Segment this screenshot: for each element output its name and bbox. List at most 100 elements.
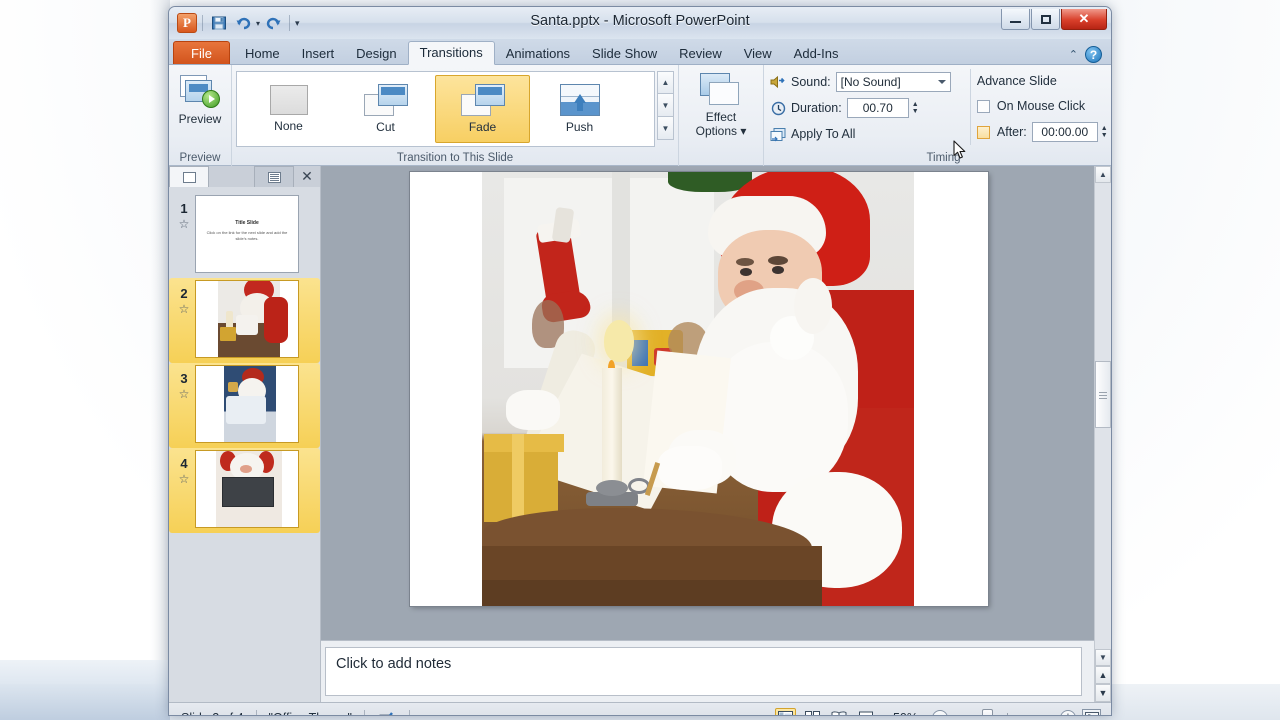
tab-file[interactable]: File: [173, 41, 230, 65]
after-row[interactable]: After: 00:00.00 ▲ ▼: [976, 119, 1111, 145]
tab-transitions[interactable]: Transitions: [407, 41, 495, 65]
close-slides-panel-button[interactable]: ✕: [294, 166, 320, 187]
zoom-level-label[interactable]: 50%: [883, 708, 926, 716]
preview-button[interactable]: Preview: [173, 71, 227, 126]
vertical-scrollbar[interactable]: ▲ ▼ ▲ ▼: [1094, 166, 1111, 702]
transition-label-push: Push: [565, 120, 594, 134]
cut-thumb-icon: [363, 84, 408, 116]
sound-dropdown-caret-icon[interactable]: [937, 80, 946, 84]
help-icon[interactable]: ?: [1085, 46, 1102, 63]
slides-tab-icon: [182, 171, 196, 183]
collapse-ribbon-icon[interactable]: ⌃: [1069, 48, 1078, 61]
transition-label-fade: Fade: [468, 120, 497, 134]
slides-tab[interactable]: [169, 166, 209, 187]
slide-thumbnail-3[interactable]: 3 ☆: [169, 363, 320, 448]
outline-tab-icon: [267, 171, 281, 183]
slide-number-4: 4: [180, 456, 188, 471]
tab-design[interactable]: Design: [345, 42, 407, 65]
transition-star-icon-1[interactable]: ☆: [173, 216, 195, 232]
on-mouse-click-row[interactable]: On Mouse Click: [976, 93, 1111, 119]
reading-view-button[interactable]: [829, 708, 850, 715]
duration-spinner[interactable]: 00.70 ▲ ▼: [846, 98, 919, 118]
tab-add-ins[interactable]: Add-Ins: [783, 42, 850, 65]
gallery-scroll-up-icon[interactable]: ▲: [657, 71, 674, 94]
scrollbar-thumb[interactable]: [1095, 361, 1111, 428]
slide-thumbnail-2[interactable]: 2 ☆: [169, 278, 320, 363]
apply-to-all-row: Apply To All: [768, 121, 970, 147]
after-spin-down-icon[interactable]: ▼: [1101, 132, 1108, 139]
slide-editing-area: Click to add notes ▲ ▼ ▲ ▼: [321, 166, 1111, 702]
scroll-down-button[interactable]: ▼: [1095, 649, 1111, 666]
close-button[interactable]: ✕: [1061, 9, 1107, 30]
outline-tab[interactable]: [254, 166, 294, 187]
notes-input[interactable]: Click to add notes: [325, 647, 1082, 696]
transition-star-icon-3[interactable]: ☆: [173, 386, 195, 402]
tab-view[interactable]: View: [733, 42, 783, 65]
after-spin-up-icon[interactable]: ▲: [1101, 125, 1108, 132]
transition-item-fade[interactable]: Fade: [435, 75, 530, 143]
slide-indicator[interactable]: Slide 2 of 4: [169, 708, 256, 716]
slide-sorter-view-button[interactable]: [802, 708, 823, 715]
zoom-out-button[interactable]: −: [932, 709, 948, 715]
gallery-more-icon[interactable]: ▼: [657, 117, 674, 140]
window-title: Santa.pptx - Microsoft PowerPoint: [530, 13, 750, 29]
fit-slide-to-window-button[interactable]: [1082, 709, 1101, 715]
transition-item-cut[interactable]: Cut: [338, 75, 433, 143]
duration-spin-down-icon[interactable]: ▼: [912, 108, 919, 115]
zoom-in-button[interactable]: +: [1060, 709, 1076, 715]
zoom-slider-handle[interactable]: [982, 709, 993, 715]
slide-thumbnail-frame-1: Title Slide Click on the link for the ne…: [195, 195, 299, 273]
ribbon-tab-right-controls: ⌃ ?: [1069, 46, 1111, 65]
fade-thumb-icon: [460, 84, 505, 116]
tab-animations[interactable]: Animations: [495, 42, 581, 65]
scrollbar-track[interactable]: [1095, 183, 1111, 649]
spellcheck-icon[interactable]: [365, 708, 409, 715]
restore-button[interactable]: [1031, 9, 1060, 30]
transition-item-push[interactable]: Push: [532, 75, 627, 143]
slides-panel: ✕ 1 ☆ Title Slide Click on the link for …: [169, 166, 321, 702]
transition-star-icon-4[interactable]: ☆: [173, 471, 195, 487]
transition-group-label: Transition to This Slide: [396, 152, 514, 164]
theme-name[interactable]: "Office Theme": [257, 708, 364, 716]
apply-to-all-button[interactable]: Apply To All: [791, 127, 855, 141]
after-spin-buttons: ▲ ▼: [1101, 125, 1108, 139]
slide-thumbnail-4[interactable]: 4 ☆: [169, 448, 320, 533]
slide-3-mini-photo: [224, 366, 276, 442]
slide-show-view-button[interactable]: [856, 708, 877, 715]
on-mouse-click-checkbox[interactable]: [976, 99, 990, 113]
duration-spin-up-icon[interactable]: ▲: [912, 101, 919, 108]
advance-slide-title: Advance Slide: [976, 74, 1057, 88]
slide-1-title-text: Title Slide: [235, 220, 259, 226]
transition-item-none[interactable]: None: [241, 75, 336, 143]
sound-icon: [768, 75, 788, 89]
tab-slide-show[interactable]: Slide Show: [581, 42, 668, 65]
zoom-slider-midpoint-tick: [1007, 713, 1008, 715]
transition-gallery[interactable]: None Cut Fade Push: [236, 71, 655, 147]
slide-number-1: 1: [180, 201, 188, 216]
effect-options-label-line1: Effect: [705, 110, 737, 124]
after-value[interactable]: 00:00.00: [1031, 122, 1098, 142]
duration-label: Duration:: [791, 101, 842, 115]
transition-star-icon-2[interactable]: ☆: [173, 301, 195, 317]
after-spinner[interactable]: 00:00.00 ▲ ▼: [1031, 122, 1108, 142]
tab-home[interactable]: Home: [234, 42, 291, 65]
slide-thumbnail-1[interactable]: 1 ☆ Title Slide Click on the link for th…: [169, 193, 320, 278]
effect-options-button[interactable]: Effect Options ▾: [683, 71, 759, 138]
scroll-up-button[interactable]: ▲: [1095, 166, 1111, 183]
slide-canvas[interactable]: [410, 172, 988, 606]
minimize-button[interactable]: [1001, 9, 1030, 30]
sound-dropdown[interactable]: [No Sound]: [835, 72, 951, 92]
scrollbar-grip-icon: [1099, 392, 1107, 401]
tab-review[interactable]: Review: [668, 42, 733, 65]
normal-view-button[interactable]: [774, 708, 796, 715]
tab-insert[interactable]: Insert: [291, 42, 346, 65]
slide-thumbnail-list[interactable]: 1 ☆ Title Slide Click on the link for th…: [169, 187, 320, 702]
ribbon-group-timing: Sound: [No Sound] Duration: 00.70 ▲ ▼ Ap…: [763, 65, 1111, 166]
status-divider-3: [409, 709, 410, 715]
duration-value[interactable]: 00.70: [846, 98, 909, 118]
gallery-scroll-down-icon[interactable]: ▼: [657, 94, 674, 117]
slide-photo-santa[interactable]: [482, 172, 914, 606]
previous-slide-button[interactable]: ▲: [1095, 666, 1111, 684]
next-slide-button[interactable]: ▼: [1095, 684, 1111, 702]
after-checkbox[interactable]: [976, 125, 990, 139]
